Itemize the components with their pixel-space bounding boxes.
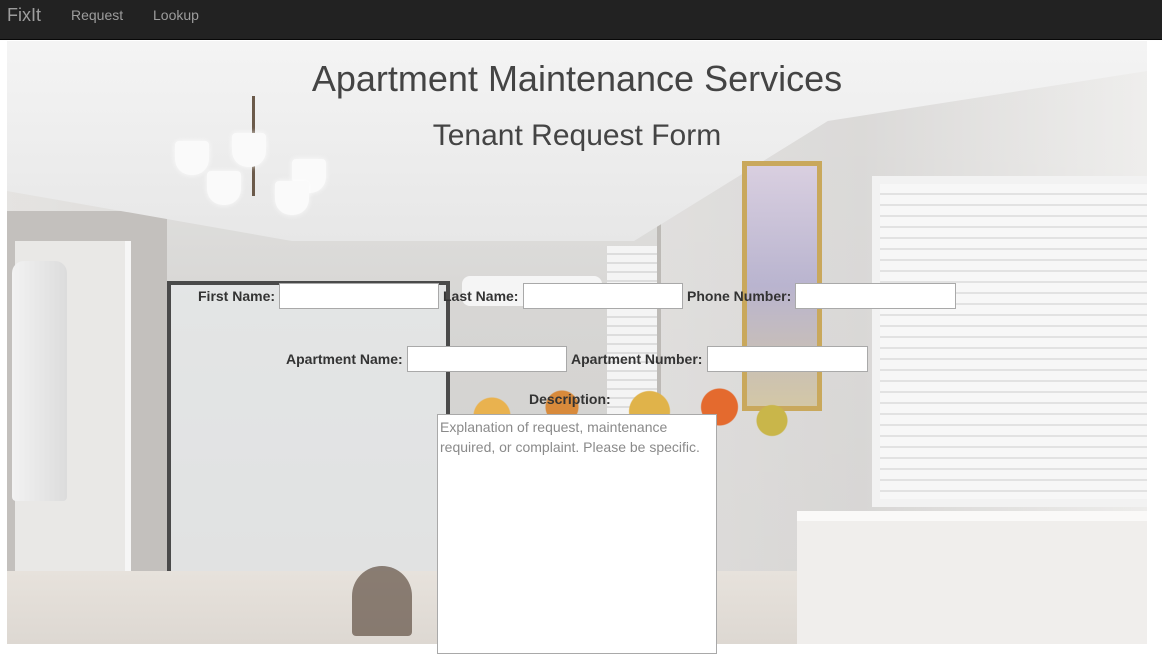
first-name-label: First Name: xyxy=(198,288,276,304)
first-name-field[interactable] xyxy=(279,283,439,309)
description-textarea[interactable] xyxy=(437,414,717,654)
chandelier-shade-decor xyxy=(207,171,241,205)
nav-link-request[interactable]: Request xyxy=(71,7,123,23)
apartment-number-field[interactable] xyxy=(707,346,868,372)
chandelier-shade-decor xyxy=(275,181,309,215)
form-subtitle: Tenant Request Form xyxy=(432,119,722,152)
last-name-label: Last Name: xyxy=(443,288,519,304)
brand-link[interactable]: FixIt xyxy=(7,5,41,25)
bathtub-decor xyxy=(797,511,1147,644)
description-label: Description: xyxy=(529,391,611,407)
top-navbar: FixIt Request Lookup xyxy=(0,0,1162,40)
phone-number-label: Phone Number: xyxy=(687,288,792,304)
last-name-field[interactable] xyxy=(523,283,683,309)
faucet-decor xyxy=(352,566,412,636)
apartment-number-label: Apartment Number: xyxy=(571,351,703,367)
phone-number-field[interactable] xyxy=(795,283,956,309)
towel-decor xyxy=(12,261,67,501)
shower-decor xyxy=(167,281,450,579)
apartment-name-label: Apartment Name: xyxy=(286,351,403,367)
page-title: Apartment Maintenance Services xyxy=(311,58,843,99)
apartment-name-field[interactable] xyxy=(407,346,567,372)
nav-link-lookup[interactable]: Lookup xyxy=(153,7,199,23)
window-blinds-decor xyxy=(872,176,1147,507)
